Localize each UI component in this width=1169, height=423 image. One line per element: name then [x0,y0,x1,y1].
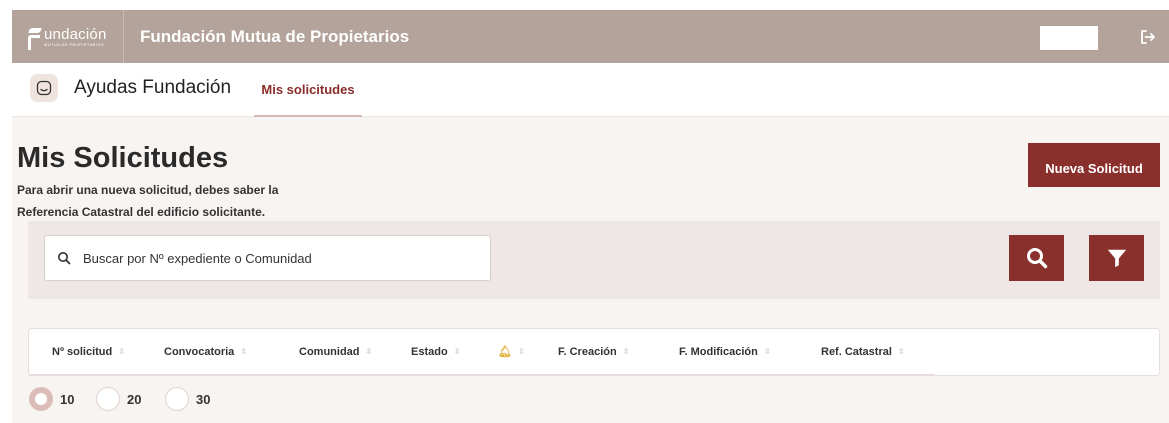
search-input[interactable] [83,236,483,280]
sort-icon[interactable]: ⇳ [454,348,461,356]
sub-navigation: Ayudas Fundación Mis solicitudes [12,63,1169,117]
table-header: Nº solicitud ⇳ Convocatoria ⇳ Comunidad ⇳ E… [29,329,935,375]
app-title: Fundación Mutua de Propietarios [140,27,410,46]
tab-mis-solicitudes[interactable]: Mis solicitudes [254,63,362,117]
filter-panel [28,221,1160,299]
search-box[interactable] [44,235,491,281]
page-description: Para abrir una nueva solicitud, debes sa… [17,183,279,219]
logout-icon[interactable] [1139,28,1157,46]
column-header-comunidad[interactable]: Comunidad ⇳ [299,329,372,375]
page-title: Mis Solicitudes [17,142,229,174]
page-size-label: 10 [60,392,75,407]
filter-button[interactable] [1089,235,1144,281]
sort-icon[interactable]: ⇳ [240,348,247,356]
column-header-notifications[interactable]: 🔔︎ ⇳ [498,329,525,375]
column-header-estado[interactable]: Estado ⇳ [411,329,460,375]
search-button[interactable] [1009,235,1064,281]
window-top-margin [0,0,1169,10]
logo-f-mark [28,25,42,50]
page-size-radio-10[interactable] [29,387,53,411]
page-size-radio-20[interactable] [96,387,120,411]
fundacion-logo[interactable]: undación MUTUA DE PROPIETARIOS [12,10,124,63]
page-size-label: 20 [127,392,142,407]
sort-icon[interactable]: ⇳ [898,348,905,356]
new-request-button[interactable]: Nueva Solicitud [1028,143,1160,187]
section-title: Ayudas Fundación [74,77,232,98]
column-header-convocatoria[interactable]: Convocatoria ⇳ [164,329,247,375]
search-icon [1026,248,1047,269]
app-header: undación MUTUA DE PROPIETARIOS Fundación… [12,10,1169,63]
column-header-ref-catastral[interactable]: Ref. Catastral ⇳ [821,329,905,375]
column-header-f-modificacion[interactable]: F. Modificación ⇳ [679,329,771,375]
logo-subtitle: MUTUA DE PROPIETARIOS [44,41,104,47]
bell-icon: 🔔︎ [498,346,512,358]
page-size-label: 30 [196,392,211,407]
sort-icon[interactable]: ⇳ [764,348,771,356]
search-icon [58,252,71,265]
filter-icon [1107,249,1126,268]
logo-word: undación [44,25,107,43]
user-box[interactable] [1040,26,1098,50]
page-size-radio-30[interactable] [165,387,189,411]
main-content: Mis Solicitudes Para abrir una nueva sol… [12,117,1169,423]
requests-table: Nº solicitud ⇳ Convocatoria ⇳ Comunidad ⇳ E… [28,328,1160,376]
sort-icon[interactable]: ⇳ [366,348,373,356]
sort-icon[interactable]: ⇳ [623,348,630,356]
sort-icon[interactable]: ⇳ [118,348,125,356]
column-header-f-creacion[interactable]: F. Creación ⇳ [558,329,629,375]
sort-icon[interactable]: ⇳ [518,348,525,356]
column-header-num-solicitud[interactable]: Nº solicitud ⇳ [52,329,125,375]
smile-icon [30,74,58,102]
